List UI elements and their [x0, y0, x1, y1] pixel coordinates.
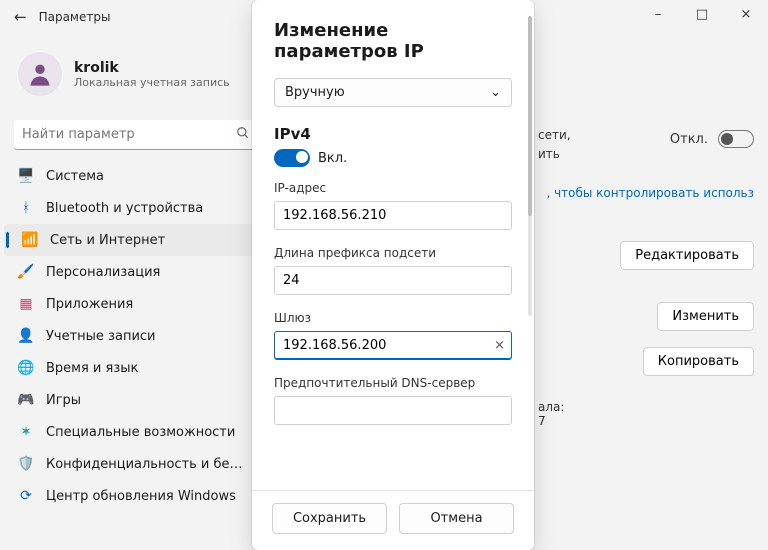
prefix-input[interactable] [274, 266, 512, 295]
back-button[interactable]: ← [14, 8, 27, 26]
usage-link[interactable]: , чтобы контролировать использ [546, 186, 754, 200]
sidebar-icon: 🛡️ [18, 456, 34, 472]
sidebar-item-6[interactable]: 🌐 Время и язык [0, 352, 260, 384]
edit-button[interactable]: Редактировать [620, 241, 754, 270]
sidebar-icon: 👤 [18, 328, 34, 344]
minimize-button[interactable]: – [636, 0, 680, 28]
sidebar-item-label: Специальные возможности [46, 425, 235, 440]
copy-button[interactable]: Копировать [643, 347, 754, 376]
ipv4-toggle[interactable] [274, 149, 310, 167]
toggle-label: Откл. [670, 132, 708, 147]
metered-toggle[interactable] [718, 130, 754, 148]
sidebar-item-label: Время и язык [46, 361, 138, 376]
cancel-button[interactable]: Отмена [399, 503, 514, 534]
sidebar-icon: ▦ [18, 296, 34, 312]
sidebar-item-10[interactable]: ⟳ Центр обновления Windows [0, 480, 260, 512]
ip-settings-dialog: Изменение параметров IP Вручную ⌄ IPv4 В… [252, 0, 534, 550]
sidebar-icon: ⟳ [18, 488, 34, 504]
save-button[interactable]: Сохранить [272, 503, 387, 534]
sidebar-item-3[interactable]: 🖌️ Персонализация [0, 256, 260, 288]
bg-text-2: ала:7 [538, 400, 754, 428]
sidebar-item-label: Центр обновления Windows [46, 489, 236, 504]
sidebar-item-label: Сеть и Интернет [50, 233, 165, 248]
sidebar-item-label: Система [46, 169, 104, 184]
sidebar-icon: ᚼ [18, 200, 34, 216]
ipv4-heading: IPv4 [274, 125, 512, 143]
sidebar-item-4[interactable]: ▦ Приложения [0, 288, 260, 320]
gateway-input[interactable]: ✕ [274, 331, 512, 360]
gateway-label: Шлюз [274, 311, 512, 325]
dns-input[interactable] [274, 396, 512, 425]
scrollbar[interactable] [528, 16, 532, 316]
user-block[interactable]: krolik Локальная учетная запись [18, 52, 230, 96]
sidebar-item-7[interactable]: 🎮 Игры [0, 384, 260, 416]
sidebar-icon: 🖥️ [18, 168, 34, 184]
dropdown-value: Вручную [285, 85, 345, 100]
dialog-title: Изменение параметров IP [274, 20, 512, 62]
sidebar-icon: 🖌️ [18, 264, 34, 280]
sidebar-item-label: Персонализация [46, 265, 160, 280]
user-subtitle: Локальная учетная запись [74, 76, 230, 89]
person-icon [26, 60, 54, 88]
chevron-down-icon: ⌄ [490, 85, 501, 100]
maximize-button[interactable]: □ [680, 0, 724, 28]
search-icon [236, 126, 250, 144]
sidebar: 🖥️ Система ᚼ Bluetooth и устройства 📶 Сеть и … [0, 160, 260, 512]
app-title: Параметры [39, 10, 111, 24]
sidebar-item-label: Bluetooth и устройства [46, 201, 203, 216]
mode-dropdown[interactable]: Вручную ⌄ [274, 78, 512, 107]
sidebar-item-9[interactable]: 🛡️ Конфиденциальность и безопасность [0, 448, 260, 480]
user-name: krolik [74, 60, 230, 76]
sidebar-item-label: Учетные записи [46, 329, 156, 344]
ip-input[interactable] [274, 201, 512, 230]
close-button[interactable]: × [724, 0, 768, 28]
sidebar-icon: 📶 [22, 232, 38, 248]
clear-icon[interactable]: ✕ [494, 338, 505, 353]
search-input[interactable] [14, 120, 258, 150]
sidebar-item-8[interactable]: ✶ Специальные возможности [0, 416, 260, 448]
sidebar-item-1[interactable]: ᚼ Bluetooth и устройства [0, 192, 260, 224]
sidebar-item-label: Конфиденциальность и безопасность [46, 457, 246, 472]
sidebar-item-label: Игры [46, 393, 81, 408]
search-field[interactable] [22, 127, 236, 142]
prefix-label: Длина префикса подсети [274, 246, 512, 260]
sidebar-item-2[interactable]: 📶 Сеть и Интернет [4, 224, 256, 256]
dns-label: Предпочтительный DNS-сервер [274, 376, 512, 390]
ipv4-toggle-label: Вкл. [318, 151, 347, 166]
avatar [18, 52, 62, 96]
sidebar-icon: 🎮 [18, 392, 34, 408]
sidebar-item-5[interactable]: 👤 Учетные записи [0, 320, 260, 352]
change-button[interactable]: Изменить [657, 302, 754, 331]
sidebar-item-0[interactable]: 🖥️ Система [0, 160, 260, 192]
sidebar-icon: ✶ [18, 424, 34, 440]
ip-label: IP-адрес [274, 181, 512, 195]
sidebar-icon: 🌐 [18, 360, 34, 376]
sidebar-item-label: Приложения [46, 297, 133, 312]
